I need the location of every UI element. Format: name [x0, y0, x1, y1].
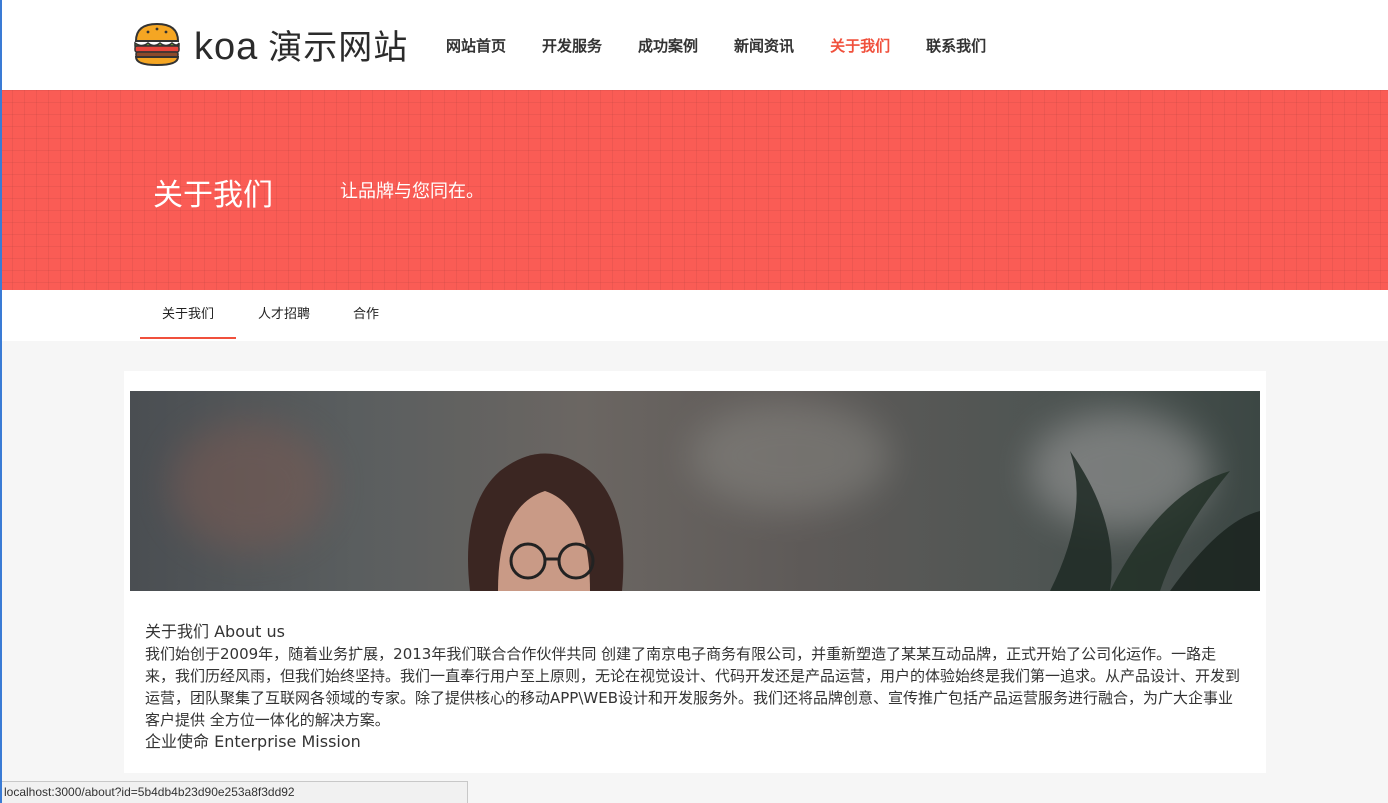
browser-status-url: localhost:3000/about?id=5b4db4b23d90e253…: [0, 781, 468, 803]
banner-subtitle: 让品牌与您同在。: [340, 181, 484, 202]
plant-silhouette: [1050, 451, 1260, 591]
tab-recruitment[interactable]: 人才招聘: [236, 290, 332, 339]
logo-latin: koa: [194, 25, 259, 68]
about-text-block: 关于我们 About us 我们始创于2009年，随着业务扩展，2013年我们联…: [145, 621, 1245, 753]
burger-icon: [134, 22, 180, 67]
mission-heading: 企业使命 Enterprise Mission: [145, 732, 361, 751]
person-silhouette: [468, 453, 624, 591]
about-paragraph: 我们始创于2009年，随着业务扩展，2013年我们联合合作伙伴共同 创建了南京电…: [145, 645, 1241, 729]
nav-home[interactable]: 网站首页: [446, 35, 506, 56]
banner-title: 关于我们: [153, 178, 273, 213]
site-logo[interactable]: koa 演示网站: [132, 20, 408, 68]
about-photo: [130, 391, 1260, 591]
tab-cooperation[interactable]: 合作: [332, 290, 400, 339]
main-nav: 网站首页 开发服务 成功案例 新闻资讯 关于我们 联系我们: [446, 0, 1022, 90]
content-card: 关于我们 About us 我们始创于2009年，随着业务扩展，2013年我们联…: [124, 371, 1266, 773]
site-header: koa 演示网站 网站首页 开发服务 成功案例 新闻资讯 关于我们 联系我们: [0, 0, 1388, 90]
about-heading: 关于我们 About us: [145, 622, 285, 641]
nav-contact[interactable]: 联系我们: [926, 35, 986, 56]
logo-text: koa 演示网站: [194, 20, 408, 69]
nav-about[interactable]: 关于我们: [830, 35, 890, 56]
page-banner: 关于我们 让品牌与您同在。: [0, 90, 1388, 290]
nav-dev-services[interactable]: 开发服务: [542, 35, 602, 56]
tab-about[interactable]: 关于我们: [140, 290, 236, 339]
nav-news[interactable]: 新闻资讯: [734, 35, 794, 56]
logo-cn: 演示网站: [268, 27, 409, 68]
window-left-edge: [0, 0, 2, 803]
nav-cases[interactable]: 成功案例: [638, 35, 698, 56]
sub-tabs: 关于我们 人才招聘 合作: [0, 290, 1388, 341]
